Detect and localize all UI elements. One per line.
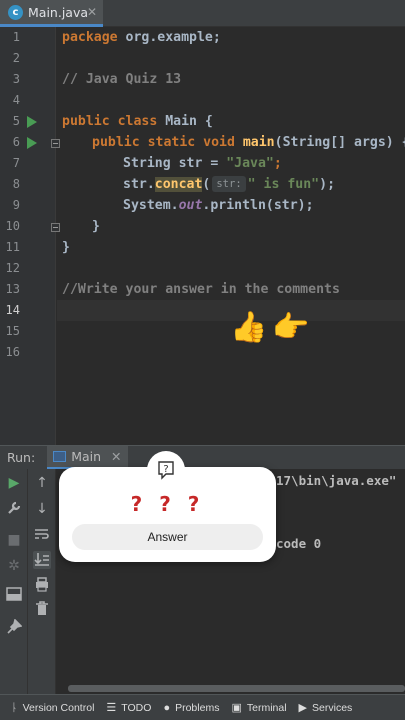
code-comment: // Java Quiz 13 [62, 72, 182, 87]
thumbs-up-emoji: 👍 [230, 310, 268, 345]
code-text: str.concat(str: " is fun"); [123, 176, 336, 192]
code-line: 14 [0, 300, 405, 321]
status-item-label: Version Control [22, 701, 95, 714]
status-item-label: TODO [121, 701, 152, 714]
editor-tab-bar: c Main.java ✕ [0, 0, 405, 27]
todo-icon: ☰ [106, 702, 117, 714]
line-number: 10 [5, 219, 20, 233]
services-button[interactable]: ▶ Services [298, 701, 353, 715]
run-gutter-icon[interactable] [27, 116, 37, 128]
code-editor[interactable]: 1 package org.example; 2 3 // Java Quiz … [0, 27, 405, 445]
code-text: public class Main { [62, 114, 213, 129]
version-control-button[interactable]: ᚿ Version Control [11, 702, 94, 714]
line-number: 11 [5, 240, 20, 254]
terminal-icon: ▣ [231, 702, 242, 714]
line-number: 8 [12, 177, 20, 191]
stop-icon[interactable]: ■ [5, 531, 23, 549]
rerun-icon[interactable]: ▶ [5, 474, 23, 492]
version-control-icon: ᚿ [11, 701, 18, 714]
scroll-to-end-icon[interactable] [33, 551, 51, 569]
close-tab-icon[interactable]: ✕ [87, 5, 97, 19]
code-text: } [62, 240, 70, 255]
parameter-hint: str: [212, 176, 246, 192]
run-gutter-icon[interactable] [27, 137, 37, 149]
code-line: 12 [0, 258, 405, 279]
answer-button[interactable]: Answer [72, 524, 263, 550]
horizontal-scrollbar[interactable] [68, 685, 405, 692]
code-line: 8 str.concat(str: " is fun"); [0, 174, 405, 195]
line-number: 6 [12, 135, 20, 149]
line-number: 15 [5, 324, 20, 338]
tab-main-java[interactable]: c Main.java ✕ [0, 0, 103, 27]
code-line: 13 //Write your answer in the comments [0, 279, 405, 300]
code-text: package org.example; [62, 30, 221, 45]
line-number: 2 [12, 51, 20, 65]
fold-icon[interactable] [51, 223, 60, 232]
status-item-label: Problems [175, 701, 220, 714]
code-line: 3 // Java Quiz 13 [0, 69, 405, 90]
arrow-up-icon[interactable]: ↑ [33, 474, 51, 492]
problems-icon: ● [163, 701, 171, 714]
pin-icon[interactable] [5, 618, 23, 637]
code-text: String str = "Java"; [123, 156, 282, 171]
line-number: 4 [12, 93, 20, 107]
line-number: 14 [5, 303, 20, 317]
code-text: System.out.println(str); [123, 198, 314, 213]
code-line: 7 String str = "Java"; [0, 153, 405, 174]
close-run-tab-icon[interactable]: ✕ [111, 449, 121, 464]
code-line: 10 } [0, 216, 405, 237]
todo-button[interactable]: ☰ TODO [106, 701, 152, 715]
code-line: 5 public class Main { [0, 111, 405, 132]
code-comment: //Write your answer in the comments [62, 282, 340, 297]
status-item-label: Services [312, 701, 353, 714]
terminal-button[interactable]: ▣ Terminal [231, 701, 287, 715]
svg-text:?: ? [163, 464, 168, 475]
run-config-icon [53, 450, 67, 462]
code-line: 2 [0, 48, 405, 69]
layout-icon[interactable] [5, 587, 23, 605]
wrench-icon[interactable] [5, 500, 23, 518]
console-output-line: code 0 [276, 536, 322, 551]
line-number: 9 [12, 198, 20, 212]
line-number: 1 [12, 30, 20, 44]
problems-button[interactable]: ● Problems [163, 702, 219, 714]
run-toolbar-left: ▶ ■ ✲ [0, 469, 28, 694]
question-marks: ? ? ? [130, 492, 205, 516]
code-line: 1 package org.example; [0, 27, 405, 48]
run-tool-window-header: Run: Main ✕ [0, 445, 405, 470]
line-number: 3 [12, 72, 20, 86]
code-line: 6 public static void main(String[] args)… [0, 132, 405, 153]
code-text: } [92, 219, 100, 234]
arrow-down-icon[interactable]: ↓ [33, 500, 51, 518]
code-line: 15 [0, 321, 405, 342]
java-class-icon: c [8, 4, 23, 20]
run-tab-main[interactable]: Main ✕ [47, 445, 128, 470]
fold-icon[interactable] [51, 139, 60, 148]
run-toolbar-right: ↑ ↓ [28, 469, 56, 694]
console-output-line: 17\bin\java.exe" [276, 473, 397, 488]
bottom-tool-bar: ᚿ Version Control ☰ TODO ● Problems ▣ Te… [0, 694, 405, 720]
line-number: 7 [12, 156, 20, 170]
print-icon[interactable] [33, 576, 51, 594]
line-number: 12 [5, 261, 20, 275]
status-item-label: Terminal [246, 701, 287, 714]
services-icon: ▶ [298, 702, 308, 714]
pointing-right-emoji: 👉 [272, 310, 310, 345]
code-line: 9 System.out.println(str); [0, 195, 405, 216]
soft-wrap-icon[interactable] [33, 526, 51, 544]
tab-label: Main.java [28, 4, 89, 20]
code-text: public static void main(String[] args) { [92, 135, 405, 150]
code-line: 11 } [0, 237, 405, 258]
debug-bug-icon[interactable]: ✲ [5, 557, 23, 575]
run-label: Run: [7, 450, 36, 465]
line-number: 13 [5, 282, 20, 296]
line-number: 16 [5, 345, 20, 359]
code-line: 16 [0, 342, 405, 363]
line-number: 5 [12, 114, 20, 128]
question-bubble-icon: ? [147, 451, 185, 489]
run-tab-label: Main [71, 448, 102, 464]
code-line: 4 [0, 90, 405, 111]
trash-icon[interactable] [33, 600, 51, 618]
